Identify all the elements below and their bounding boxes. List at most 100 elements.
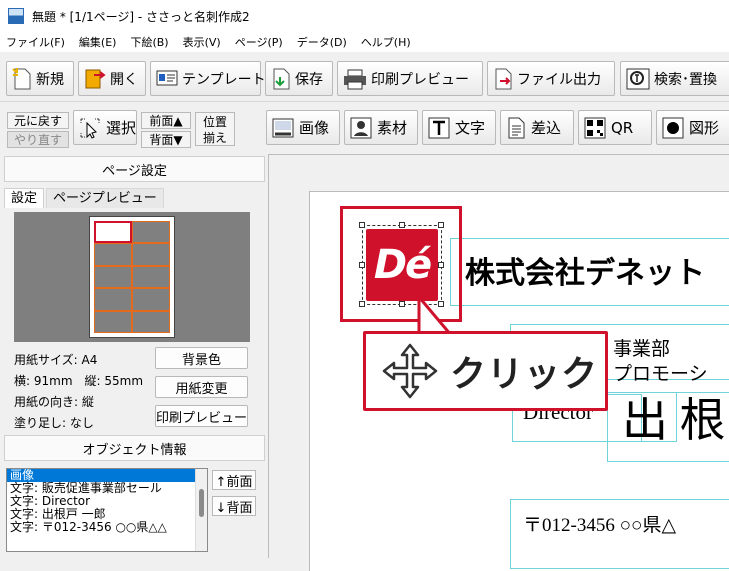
material-button[interactable]: 素材	[344, 110, 418, 145]
object-info-header: オブジェクト情報	[4, 435, 265, 461]
open-button[interactable]: 開く	[78, 61, 146, 96]
object-list[interactable]: 画像 文字: 販売促進事業部セール 文字: Director 文字: 出根戸 一…	[6, 468, 208, 552]
object-back-button[interactable]: ↓背面	[212, 496, 256, 516]
callout-label: クリック	[450, 354, 599, 395]
new-document-icon	[12, 67, 31, 89]
card-slot[interactable]	[94, 265, 132, 289]
align-button-top[interactable]: 位置	[195, 112, 235, 129]
select-cursor-icon	[80, 118, 100, 139]
menu-page[interactable]: ページ(P)	[235, 34, 283, 50]
image-button[interactable]: 画像	[266, 110, 340, 145]
insert-button[interactable]: 差込	[500, 110, 574, 145]
undo-button[interactable]: 元に戻す	[7, 112, 69, 129]
company-name[interactable]: 株式会社デネット	[465, 248, 705, 292]
card-slot[interactable]	[132, 243, 170, 266]
menu-help[interactable]: ヘルプ(H)	[361, 34, 411, 50]
save-label: 保存	[295, 71, 323, 88]
file-output-button[interactable]: ファイル出力	[487, 61, 615, 96]
template-label: テンプレート	[182, 71, 266, 88]
file-export-icon	[495, 68, 512, 89]
redo-button[interactable]: やり直す	[7, 131, 69, 148]
template-button[interactable]: テンプレート	[150, 61, 266, 96]
tab-settings[interactable]: 設定	[4, 188, 45, 208]
new-label: 新規	[36, 71, 64, 88]
menu-view[interactable]: 表示(V)	[183, 34, 221, 50]
card-slot-selected[interactable]	[94, 221, 132, 244]
background-color-button[interactable]: 背景色	[155, 347, 248, 369]
printer-icon	[344, 69, 366, 89]
card-slot[interactable]	[94, 310, 132, 333]
paper-change-button[interactable]: 用紙変更	[155, 376, 248, 398]
print-preview-label: 印刷プレビュー	[371, 71, 469, 88]
move-arrows-icon	[382, 343, 438, 399]
card-grid	[94, 221, 170, 333]
orientation-text: 用紙の向き: 縦	[14, 395, 94, 409]
search-replace-button[interactable]: 検索･置換	[620, 61, 729, 96]
menu-edit[interactable]: 編集(E)	[79, 34, 117, 50]
page-settings-header: ページ設定	[4, 156, 265, 182]
new-button[interactable]: 新規	[6, 61, 74, 96]
app-icon	[8, 8, 24, 24]
card-slot[interactable]	[132, 265, 170, 289]
shape-icon	[662, 117, 684, 138]
page-preview	[14, 212, 250, 342]
bleed-text: 塗り足し: なし	[14, 416, 94, 430]
list-item[interactable]: 文字: 〒012-3456 ○○県△△	[7, 521, 207, 534]
menu-data[interactable]: データ(D)	[297, 34, 347, 50]
window-title: 無題 * [1/1ページ] - ささっと名刺作成2	[32, 9, 250, 24]
send-back-button[interactable]: 背面▼	[141, 131, 191, 148]
menu-background[interactable]: 下絵(B)	[130, 34, 168, 50]
search-icon	[626, 68, 650, 89]
select-button[interactable]: 選択	[73, 110, 137, 145]
text-button[interactable]: 文字	[422, 110, 496, 145]
click-callout: クリック	[363, 331, 608, 411]
image-label: 画像	[299, 119, 330, 137]
select-label: 選択	[106, 119, 137, 137]
open-label: 開く	[110, 71, 138, 88]
file-output-label: ファイル出力	[517, 71, 601, 88]
save-icon	[273, 68, 290, 89]
department-text[interactable]: 事業部	[613, 334, 670, 361]
material-label: 素材	[377, 119, 408, 137]
canvas-background: 株式会社デネット 事業部 プロモーシ Director 出 根 〒012-345…	[269, 154, 729, 571]
page-settings-tabs: 設定 ページプレビュー	[4, 188, 164, 208]
edit-toolbar: 元に戻す やり直す 選択 前面▲ 背面▼ 位置 揃え 画像 素材 文字 差込 Q…	[0, 104, 729, 154]
scrollbar-thumb[interactable]	[199, 489, 204, 517]
card-slot[interactable]	[132, 221, 170, 244]
canvas-area: 株式会社デネット 事業部 プロモーシ Director 出 根 〒012-345…	[268, 154, 729, 571]
material-icon	[350, 117, 372, 138]
text-label: 文字	[455, 119, 486, 137]
insert-label: 差込	[531, 119, 562, 137]
object-front-button[interactable]: ↑前面	[212, 470, 256, 490]
qr-label: QR	[611, 118, 634, 137]
card-slot[interactable]	[132, 288, 170, 311]
dimensions-text: 横: 91mm 縦: 55mm	[14, 374, 144, 388]
menu-file[interactable]: ファイル(F)	[6, 34, 65, 50]
panel-print-preview-button[interactable]: 印刷プレビュー	[155, 405, 248, 427]
qr-button[interactable]: QR	[578, 110, 652, 145]
save-button[interactable]: 保存	[265, 61, 333, 96]
template-card-icon	[156, 70, 178, 85]
open-door-icon	[85, 69, 106, 88]
image-icon	[272, 118, 294, 137]
card-slot[interactable]	[94, 243, 132, 266]
bring-front-button[interactable]: 前面▲	[141, 112, 191, 129]
align-button-bottom[interactable]: 揃え	[195, 129, 235, 146]
left-panel: ページ設定 設定 ページプレビュー 用紙サイズ: A4 横: 91mm 縦: 5…	[0, 154, 268, 558]
promotion-text[interactable]: プロモーシ	[613, 359, 708, 386]
main-toolbar: 新規 開く テンプレート 保存 印刷プレビュー ファイル出力 検索･置換	[0, 56, 729, 102]
menu-bar: ファイル(F) 編集(E) 下絵(B) 表示(V) ページ(P) データ(D) …	[0, 32, 729, 52]
card-slot[interactable]	[132, 310, 170, 333]
address-text[interactable]: 〒012-3456 ○○県△	[523, 510, 676, 537]
tab-page-preview[interactable]: ページプレビュー	[46, 188, 164, 208]
paper-sheet	[89, 216, 175, 338]
object-list-scrollbar[interactable]	[195, 469, 207, 551]
print-preview-button[interactable]: 印刷プレビュー	[337, 61, 483, 96]
shape-button[interactable]: 図形	[656, 110, 729, 145]
search-replace-label: 検索･置換	[654, 71, 717, 88]
person-name[interactable]: 出 根	[622, 384, 726, 450]
text-icon	[428, 117, 450, 138]
insert-document-icon	[508, 117, 525, 138]
paper-size-text: 用紙サイズ: A4	[14, 353, 98, 367]
card-slot[interactable]	[94, 288, 132, 311]
